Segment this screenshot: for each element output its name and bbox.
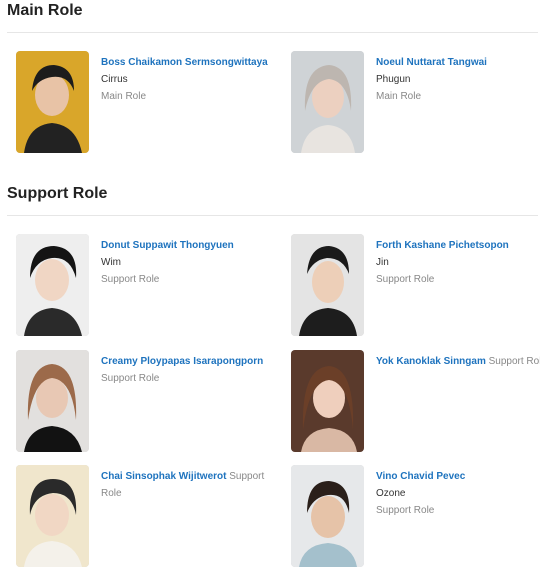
cast-info: Donut Suppawit Thongyuen Wim Support Rol… (101, 237, 281, 288)
cast-card: Vino Chavid Pevec Ozone Support Role (291, 465, 540, 569)
role-label: Support Role (376, 505, 435, 516)
character-name: Phugun (376, 74, 411, 85)
cast-card: Creamy Ploypapas Isarapongporn Support R… (16, 350, 276, 454)
role-label: Support Role (101, 373, 160, 384)
actor-photo[interactable] (291, 234, 364, 336)
actor-photo[interactable] (291, 51, 364, 153)
cast-card: Chai Sinsophak Wijitwerot Support Role (16, 465, 276, 569)
cast-card: Noeul Nuttarat Tangwai Phugun Main Role (291, 51, 540, 155)
actor-photo[interactable] (16, 51, 89, 153)
role-label: Support Role (101, 274, 160, 285)
character-name: Cirrus (101, 74, 128, 85)
character-name: Jin (376, 257, 389, 268)
cast-info: Noeul Nuttarat Tangwai Phugun Main Role (376, 54, 540, 105)
actor-photo[interactable] (291, 465, 364, 567)
actor-photo[interactable] (16, 465, 89, 567)
actor-name-link[interactable]: Chai Sinsophak Wijitwerot (101, 471, 226, 482)
cast-info: Vino Chavid Pevec Ozone Support Role (376, 468, 540, 519)
role-label: Support Role (376, 274, 435, 285)
character-name: Ozone (376, 488, 406, 499)
cast-card: Donut Suppawit Thongyuen Wim Support Rol… (16, 234, 276, 338)
role-label: Main Role (376, 91, 422, 102)
actor-photo[interactable] (291, 350, 364, 452)
cast-info: Boss Chaikamon Sermsongwittaya Cirrus Ma… (101, 54, 281, 105)
actor-name-link[interactable]: Forth Kashane Pichetsopon (376, 240, 509, 251)
actor-name-link[interactable]: Vino Chavid Pevec (376, 471, 465, 482)
actor-name-link[interactable]: Creamy Ploypapas Isarapongporn (101, 356, 263, 367)
role-label: Support Role (488, 356, 540, 367)
section-title-support-role: Support Role (7, 185, 108, 202)
cast-info: Chai Sinsophak Wijitwerot Support Role (101, 468, 281, 502)
role-label: Main Role (101, 91, 147, 102)
character-name: Wim (101, 257, 121, 268)
actor-name-link[interactable]: Donut Suppawit Thongyuen (101, 240, 234, 251)
cast-card: Yok Kanoklak Sinngam Support Role (291, 350, 540, 454)
section-divider (7, 32, 538, 33)
section-divider (7, 215, 538, 216)
actor-photo[interactable] (16, 350, 89, 452)
cast-info: Forth Kashane Pichetsopon Jin Support Ro… (376, 237, 540, 288)
actor-name-link[interactable]: Boss Chaikamon Sermsongwittaya (101, 57, 268, 68)
actor-name-link[interactable]: Yok Kanoklak Sinngam (376, 356, 486, 367)
cast-info: Creamy Ploypapas Isarapongporn Support R… (101, 353, 281, 387)
actor-name-link[interactable]: Noeul Nuttarat Tangwai (376, 57, 487, 68)
cast-info: Yok Kanoklak Sinngam Support Role (376, 353, 540, 370)
cast-card: Forth Kashane Pichetsopon Jin Support Ro… (291, 234, 540, 338)
section-title-main-role: Main Role (7, 2, 83, 19)
actor-photo[interactable] (16, 234, 89, 336)
cast-card: Boss Chaikamon Sermsongwittaya Cirrus Ma… (16, 51, 276, 155)
